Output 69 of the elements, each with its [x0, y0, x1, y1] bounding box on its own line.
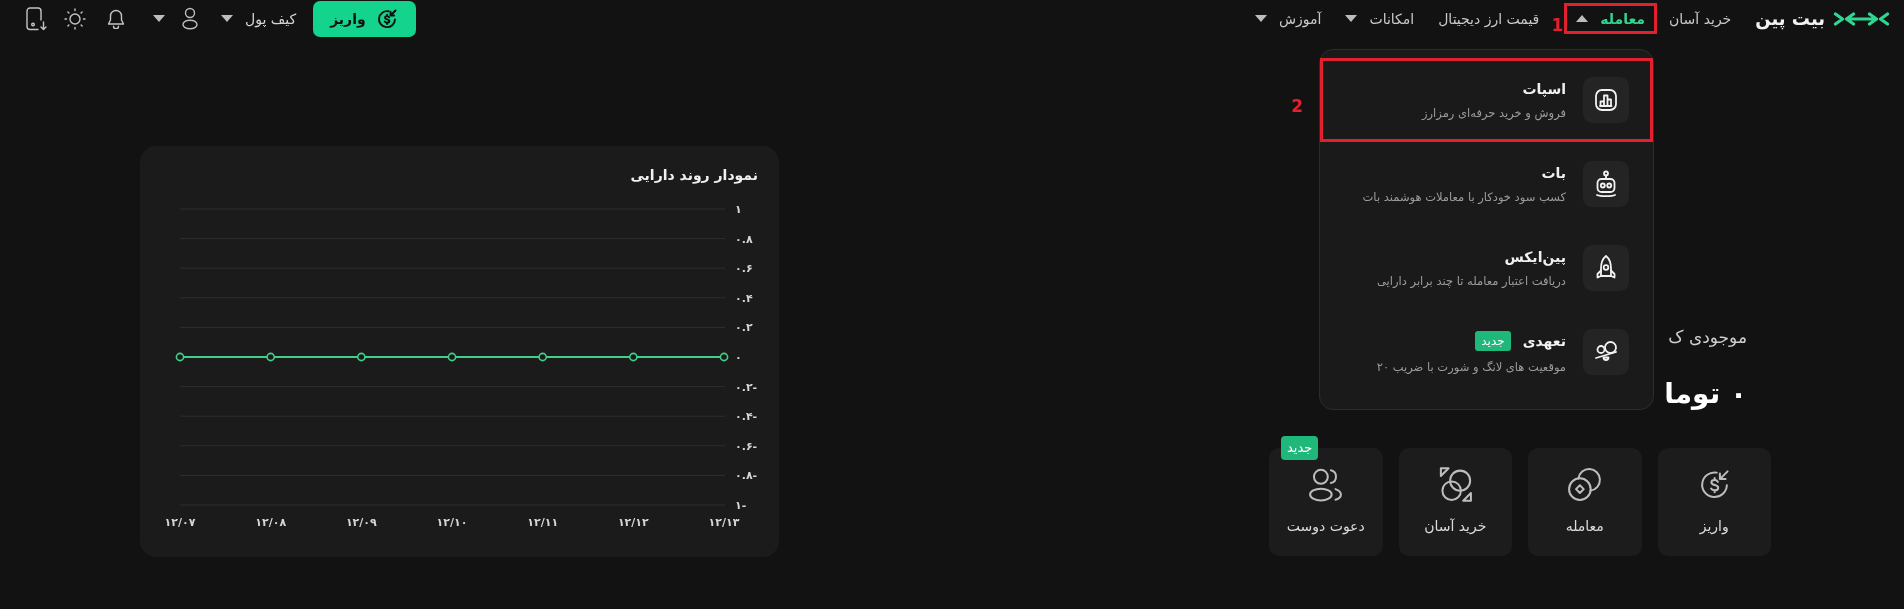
y-axis-label: ۱- [735, 499, 747, 512]
y-axis-label: ۰.۶- [735, 439, 758, 453]
balance-amount: ۰ توما [1664, 376, 1747, 412]
menu-item-title: پین‌ایکس [1504, 248, 1566, 265]
menu-item-description: کسب سود خودکار با معاملات هوشمند بات [1362, 189, 1566, 204]
menu-item[interactable]: تعهدی جدید موقعیت های لانگ و شورت با ضریب ۲۰ [1320, 310, 1653, 394]
action-card[interactable]: واریز [1657, 448, 1771, 556]
x-axis-label: ۱۲/۰۷ [164, 516, 196, 529]
user-menu[interactable] [153, 7, 198, 30]
menu-item-description: فروش و خرید حرفه‌ای رمزارز [1422, 105, 1566, 120]
y-axis-label: ۰.۲- [735, 380, 758, 394]
caret-icon [221, 15, 233, 22]
logo-mark-icon[interactable] [1833, 11, 1890, 26]
y-axis-label: ۰.۸ [735, 232, 753, 246]
y-axis-label: ۰.۲ [735, 321, 753, 335]
menu-item[interactable]: پین‌ایکس دریافت اعتبار معامله تا چند برابر دارایی [1320, 226, 1653, 310]
rocket-icon [1583, 245, 1629, 291]
menu-item[interactable]: اسپات فروش و خرید حرفه‌ای رمزارز [1320, 58, 1653, 142]
x-axis-label: ۱۲/۰۹ [345, 516, 377, 529]
y-axis-label: ۱ [735, 203, 742, 216]
action-card[interactable]: خرید آسان [1398, 448, 1512, 556]
robot-icon [1583, 161, 1629, 207]
x-axis-label: ۱۲/۱۱ [527, 516, 559, 529]
menu-item-title: بات [1541, 164, 1566, 181]
nav-item[interactable]: آموزش [1242, 3, 1334, 34]
data-point [538, 352, 548, 362]
y-axis-label: ۰.۶ [735, 262, 753, 276]
x-axis-label: ۱۲/۱۰ [436, 516, 468, 529]
users-icon [1307, 466, 1345, 503]
coins-icon [1566, 466, 1604, 503]
logo-text[interactable]: بیت پین [1755, 8, 1825, 29]
new-badge: جدید [1475, 330, 1511, 351]
annotation-number: 1 [1551, 17, 1564, 34]
x-axis-label: ۱۲/۰۸ [255, 516, 287, 529]
action-card[interactable]: معامله [1528, 448, 1642, 556]
menu-item-description: موقعیت های لانگ و شورت با ضریب ۲۰ [1376, 359, 1566, 374]
caret-icon [153, 15, 165, 22]
y-axis-label: ۰.۴ [735, 291, 753, 305]
phone-download-icon[interactable] [25, 6, 47, 31]
menu-item[interactable]: بات کسب سود خودکار با معاملات هوشمند بات [1320, 142, 1653, 226]
data-point [628, 352, 638, 362]
balance-label: موجودی ک [1668, 326, 1747, 349]
x-axis-label: ۱۲/۱۳ [708, 516, 740, 529]
wallet-menu[interactable]: کیف پول [221, 10, 297, 27]
new-badge: جدید [1281, 436, 1319, 460]
data-point [175, 352, 185, 362]
chart-title: نمودار روند دارایی [630, 166, 758, 186]
data-point [266, 352, 276, 362]
y-axis-label: ۰.۴- [735, 410, 758, 424]
nav-item[interactable]: قیمت ارز دیجیتال [1426, 3, 1552, 34]
annotation-number: 2 [1291, 98, 1303, 115]
bar-chart-icon [1583, 77, 1629, 123]
data-point [719, 352, 729, 362]
nav-item[interactable]: خرید آسان [1657, 3, 1744, 34]
y-axis-label: ۰.۸- [735, 469, 758, 483]
y-axis-label: ۰ [735, 351, 742, 364]
menu-item-description: دریافت اعتبار معامله تا چند برابر دارایی [1377, 273, 1566, 288]
x-axis-label: ۱۲/۱۲ [617, 516, 649, 529]
data-point [356, 352, 366, 362]
circles-icon [1583, 329, 1629, 375]
menu-item-title: اسپات [1522, 80, 1566, 97]
sun-icon[interactable] [64, 7, 86, 30]
nav-item[interactable]: معامله [1564, 3, 1657, 34]
bell-icon[interactable] [107, 8, 125, 29]
data-point [447, 352, 457, 362]
deposit-button[interactable]: واریز [313, 0, 416, 37]
menu-item-title: تعهدی [1522, 332, 1566, 349]
user-icon [182, 7, 198, 30]
nav-item[interactable]: امکانات [1333, 3, 1427, 34]
